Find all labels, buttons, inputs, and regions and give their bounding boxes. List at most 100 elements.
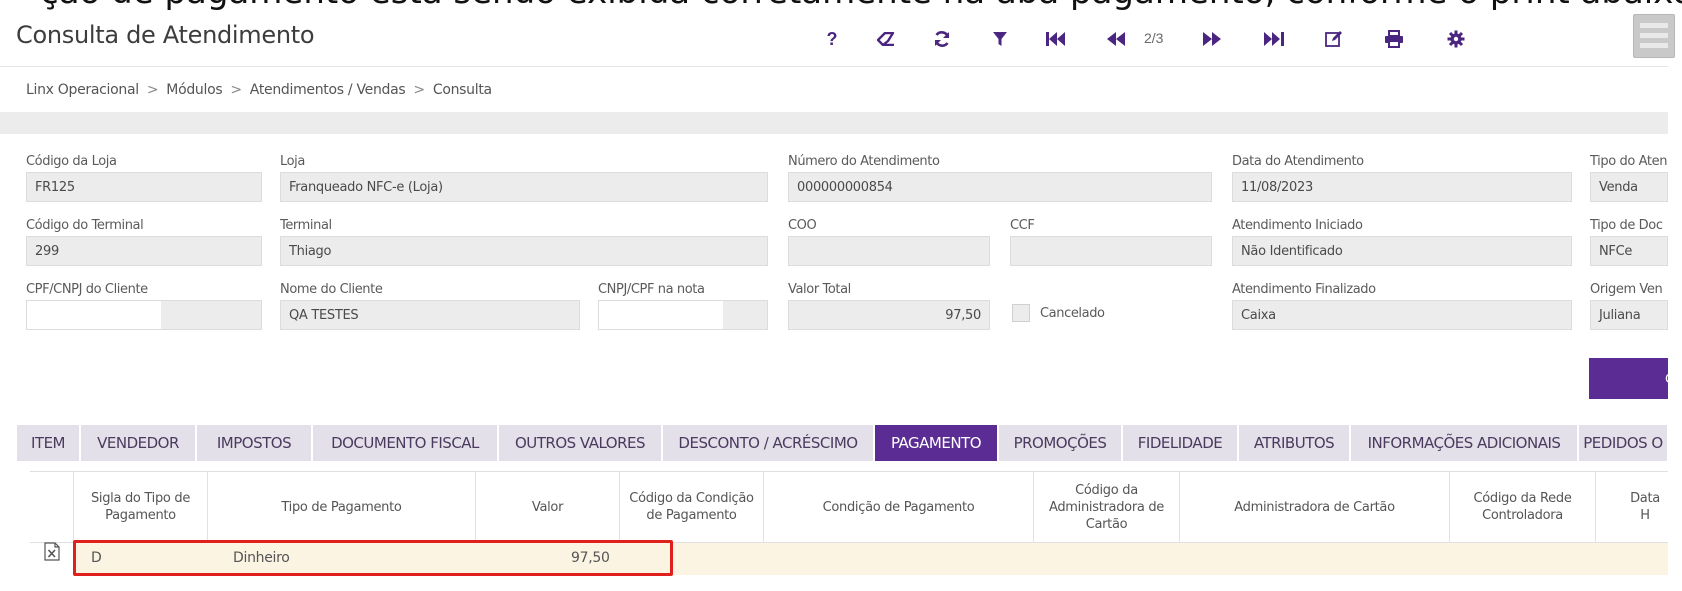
tab-outros-valores[interactable]: OUTROS VALORES	[498, 424, 662, 462]
tab-pedidos[interactable]: PEDIDOS O	[1578, 424, 1668, 462]
atendimento-finalizado-field[interactable]: Caixa	[1232, 300, 1572, 330]
column-header-sigla[interactable]: Sigla do Tipo de Pagamento	[73, 472, 207, 542]
column-header-administradora-cartao[interactable]: Administradora de Cartão	[1179, 472, 1449, 542]
tab-fidelidade[interactable]: FIDELIDADE	[1122, 424, 1238, 462]
breadcrumb: Linx Operacional > Módulos > Atendimentos / …	[26, 82, 492, 98]
refresh-button[interactable]	[926, 24, 958, 54]
excel-export-icon[interactable]	[44, 542, 60, 561]
breadcrumb-separator: >	[146, 82, 159, 98]
tipo-documento-field[interactable]: NFCe	[1590, 236, 1668, 266]
codigo-terminal-field[interactable]: 299	[26, 236, 262, 266]
app-window: Consulta de Atendimento ? 2/3 Linx Opera…	[0, 0, 1668, 591]
print-icon	[1385, 30, 1403, 48]
detail-tabs: ITEM VENDEDOR IMPOSTOS DOCUMENTO FISCAL …	[16, 424, 1668, 462]
codigo-loja-label: Código da Loja	[26, 154, 117, 169]
app-menu-button[interactable]	[1633, 14, 1675, 58]
edit-icon	[1325, 31, 1342, 47]
cell-valor: 97,50	[571, 550, 610, 566]
settings-button[interactable]	[1440, 24, 1472, 54]
filter-button[interactable]	[984, 24, 1016, 54]
breadcrumb-item-modulos[interactable]: Módulos	[166, 82, 222, 98]
cpf-cliente-input-area	[27, 301, 161, 329]
tab-informacoes-adicionais[interactable]: INFORMAÇÕES ADICIONAIS	[1350, 424, 1578, 462]
skip-last-icon	[1264, 32, 1284, 46]
rewind-icon	[1107, 32, 1125, 46]
codigo-terminal-label: Código do Terminal	[26, 218, 144, 233]
help-button[interactable]: ?	[816, 24, 848, 54]
cpf-nota-field[interactable]	[598, 300, 768, 330]
tab-promocoes[interactable]: PROMOÇÕES	[998, 424, 1122, 462]
numero-atendimento-field[interactable]: 000000000854	[788, 172, 1212, 202]
cancelado-label: Cancelado	[1040, 306, 1105, 321]
tipo-documento-label: Tipo de Doc	[1590, 218, 1663, 233]
cpf-nota-input-area	[599, 301, 723, 329]
tab-vendedor[interactable]: VENDEDOR	[80, 424, 196, 462]
breadcrumb-separator: >	[413, 82, 425, 98]
column-header-tipo-pagamento[interactable]: Tipo de Pagamento	[207, 472, 475, 542]
menu-line	[1640, 23, 1668, 28]
breadcrumb-item-atendimentos[interactable]: Atendimentos / Vendas	[250, 82, 406, 98]
terminal-field[interactable]: Thiago	[280, 236, 768, 266]
ccf-label: CCF	[1010, 218, 1035, 233]
column-header-codigo-condicao[interactable]: Código da Condição de Pagamento	[619, 472, 763, 542]
origem-venda-label: Origem Ven	[1590, 282, 1663, 297]
tab-documento-fiscal[interactable]: DOCUMENTO FISCAL	[312, 424, 498, 462]
loja-label: Loja	[280, 154, 305, 169]
table-row[interactable]: D Dinheiro 97,50	[73, 543, 1668, 575]
loja-field[interactable]: Franqueado NFC-e (Loja)	[280, 172, 768, 202]
valor-total-field[interactable]: 97,50	[788, 300, 990, 330]
atendimento-iniciado-label: Atendimento Iniciado	[1232, 218, 1363, 233]
last-record-button[interactable]	[1258, 24, 1290, 54]
atendimento-iniciado-field[interactable]: Não Identificado	[1232, 236, 1572, 266]
next-record-button[interactable]	[1196, 24, 1228, 54]
numero-atendimento-label: Número do Atendimento	[788, 154, 940, 169]
tipo-atendimento-field[interactable]: Venda	[1590, 172, 1668, 202]
tab-impostos[interactable]: IMPOSTOS	[196, 424, 312, 462]
cpf-cliente-field[interactable]	[26, 300, 262, 330]
atendimento-finalizado-label: Atendimento Finalizado	[1232, 282, 1376, 297]
cell-sigla: D	[91, 550, 102, 566]
form-action-button[interactable]: C	[1589, 358, 1668, 399]
tipo-atendimento-label: Tipo do Aten	[1590, 154, 1668, 169]
codigo-loja-field[interactable]: FR125	[26, 172, 262, 202]
tab-desconto-acrescimo[interactable]: DESCONTO / ACRÉSCIMO	[662, 424, 874, 462]
ccf-field[interactable]	[1010, 236, 1212, 266]
page-title: Consulta de Atendimento	[16, 21, 315, 49]
coo-field[interactable]	[788, 236, 990, 266]
cancelado-checkbox[interactable]	[1012, 304, 1030, 322]
skip-first-icon	[1046, 32, 1065, 46]
cell-tipo-pagamento: Dinheiro	[233, 550, 290, 566]
data-atendimento-field[interactable]: 11/08/2023	[1232, 172, 1572, 202]
fast-forward-icon	[1203, 32, 1221, 46]
previous-record-button[interactable]	[1100, 24, 1132, 54]
breadcrumb-separator: >	[230, 82, 242, 98]
origem-venda-field[interactable]: Juliana	[1590, 300, 1668, 330]
breadcrumb-item-consulta: Consulta	[432, 82, 492, 98]
eraser-button[interactable]	[870, 24, 902, 54]
attendance-form: Código da Loja FR125 Loja Franqueado NFC…	[0, 134, 1668, 424]
tab-item[interactable]: ITEM	[16, 424, 80, 462]
data-atendimento-label: Data do Atendimento	[1232, 154, 1364, 169]
breadcrumb-item-linx[interactable]: Linx Operacional	[26, 82, 139, 98]
first-record-button[interactable]	[1040, 24, 1072, 54]
column-header-valor[interactable]: Valor	[475, 472, 619, 542]
print-button[interactable]	[1378, 24, 1410, 54]
tab-atributos[interactable]: ATRIBUTOS	[1238, 424, 1350, 462]
cpf-nota-label: CNPJ/CPF na nota	[598, 282, 705, 297]
filter-icon	[993, 32, 1007, 46]
column-header-codigo-administradora[interactable]: Código da Administradora de Cartão	[1033, 472, 1179, 542]
tab-pagamento[interactable]: PAGAMENTO	[874, 424, 998, 462]
eraser-icon	[877, 32, 895, 46]
column-header-condicao-pagamento[interactable]: Condição de Pagamento	[763, 472, 1033, 542]
edit-button[interactable]	[1318, 24, 1350, 54]
help-icon: ?	[826, 28, 838, 49]
menu-line	[1640, 33, 1668, 38]
cpf-cliente-label: CPF/CNPJ do Cliente	[26, 282, 148, 297]
nome-cliente-field[interactable]: QA TESTES	[280, 300, 580, 330]
section-divider	[0, 112, 1668, 134]
gear-icon	[1447, 30, 1465, 48]
terminal-label: Terminal	[280, 218, 332, 233]
record-pager: 2/3	[1144, 30, 1164, 46]
column-header-data[interactable]: Data H	[1595, 472, 1668, 542]
column-header-codigo-rede[interactable]: Código da Rede Controladora	[1449, 472, 1595, 542]
